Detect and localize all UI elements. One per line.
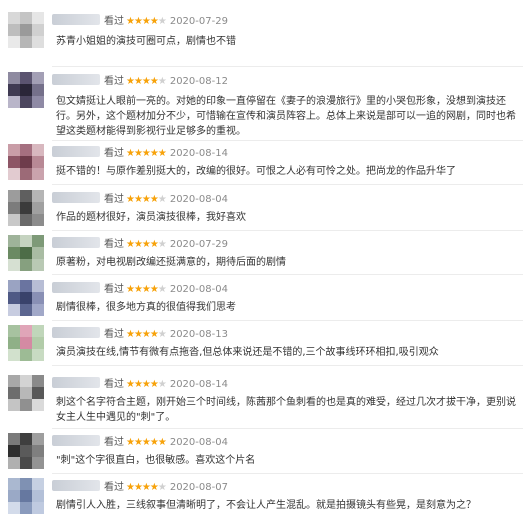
avatar[interactable] [8,72,44,108]
review-date: 2020-08-04 [169,284,228,295]
divider [52,365,523,366]
review-date: 2020-08-12 [169,76,228,87]
review-text: 挺不错的！与原作差别挺大的，改编的很好。可恨之人必有可怜之处。把尚龙的作品升华了 [56,166,456,177]
username-blurred[interactable] [52,192,100,203]
star-rating: ★★★★★ [126,16,167,27]
review-meta: 看过 ★★★★★ 2020-08-13 [52,327,228,342]
review-text: 剧情很棒，很多地方真的很值得我们思考 [56,302,236,313]
review-meta: 看过 ★★★★★ 2020-08-07 [52,480,228,495]
avatar[interactable] [8,235,44,271]
avatar[interactable] [8,280,44,316]
review-text: 苏青小姐姐的演技可圈可点，剧情也不错 [56,36,236,47]
watched-label: 看过 [104,482,124,493]
review-meta: 看过 ★★★★★ 2020-08-04 [52,192,228,207]
star-rating: ★★★★★ [126,329,167,340]
review-meta: 看过 ★★★★★ 2020-08-14 [52,377,228,392]
watched-label: 看过 [104,284,124,295]
review-text: 剧情引人入胜，三线叙事但清晰明了，不会让人产生混乱。就是拍摄镜头有些晃，是刻意为… [56,500,476,511]
review-list: 看过 ★★★★★ 2020-07-29 苏青小姐姐的演技可圈可点，剧情也不错 看过 ★… [0,0,523,526]
avatar[interactable] [8,144,44,180]
review-date: 2020-07-29 [169,16,228,27]
review-date: 2020-08-14 [169,379,228,390]
divider [52,428,523,429]
review-date: 2020-08-13 [169,329,228,340]
review-meta: 看过 ★★★★★ 2020-08-14 [52,146,228,161]
avatar[interactable] [8,433,44,469]
username-blurred[interactable] [52,14,100,25]
review-date: 2020-08-07 [169,482,228,493]
review-meta: 看过 ★★★★★ 2020-08-04 [52,282,228,297]
watched-label: 看过 [104,76,124,87]
review-meta: 看过 ★★★★★ 2020-08-04 [52,435,228,450]
username-blurred[interactable] [52,480,100,491]
review-text: "刺"这个字很直白，也很敏感。喜欢这个片名 [56,455,256,466]
review-date: 2020-08-04 [169,437,228,448]
username-blurred[interactable] [52,74,100,85]
star-rating: ★★★★★ [126,239,167,250]
watched-label: 看过 [104,148,124,159]
avatar[interactable] [8,190,44,226]
username-blurred[interactable] [52,282,100,293]
star-rating: ★★★★★ [126,284,167,295]
username-blurred[interactable] [52,435,100,446]
review-meta: 看过 ★★★★★ 2020-07-29 [52,237,228,252]
watched-label: 看过 [104,239,124,250]
review-text: 刺这个名字符合主题，刚开始三个时间线，陈茜那个鱼刺看的也是真的难受，经过几次才拔… [56,397,516,423]
review-text: 作品的题材很好，演员演技很棒，我好喜欢 [56,212,246,223]
review-date: 2020-08-14 [169,148,228,159]
star-rating: ★★★★★ [126,437,167,448]
avatar[interactable] [8,478,44,514]
review-text: 包文婧挺让人眼前一亮的。对她的印象一直停留在《妻子的浪漫旅行》里的小哭包形象，没… [56,96,516,137]
star-rating: ★★★★★ [126,379,167,390]
divider [52,230,523,231]
divider [52,274,523,275]
review-text: 演员演技在线,情节有微有点拖沓,但总体来说还是不错的,三个故事线环环相扣,吸引观… [56,347,439,358]
review-date: 2020-07-29 [169,239,228,250]
username-blurred[interactable] [52,377,100,388]
watched-label: 看过 [104,16,124,27]
divider [52,140,523,141]
star-rating: ★★★★★ [126,194,167,205]
divider [52,184,523,185]
review-text: 原著粉，对电视剧改编还挺满意的，期待后面的剧情 [56,257,286,268]
divider [52,320,523,321]
star-rating: ★★★★★ [126,148,167,159]
username-blurred[interactable] [52,146,100,157]
review-meta: 看过 ★★★★★ 2020-07-29 [52,14,228,29]
review-date: 2020-08-04 [169,194,228,205]
watched-label: 看过 [104,194,124,205]
divider [52,473,523,474]
review-meta: 看过 ★★★★★ 2020-08-12 [52,74,228,89]
avatar[interactable] [8,12,44,48]
watched-label: 看过 [104,329,124,340]
username-blurred[interactable] [52,237,100,248]
avatar[interactable] [8,325,44,361]
star-rating: ★★★★★ [126,482,167,493]
divider [52,66,523,67]
watched-label: 看过 [104,437,124,448]
watched-label: 看过 [104,379,124,390]
avatar[interactable] [8,375,44,411]
star-rating: ★★★★★ [126,76,167,87]
username-blurred[interactable] [52,327,100,338]
